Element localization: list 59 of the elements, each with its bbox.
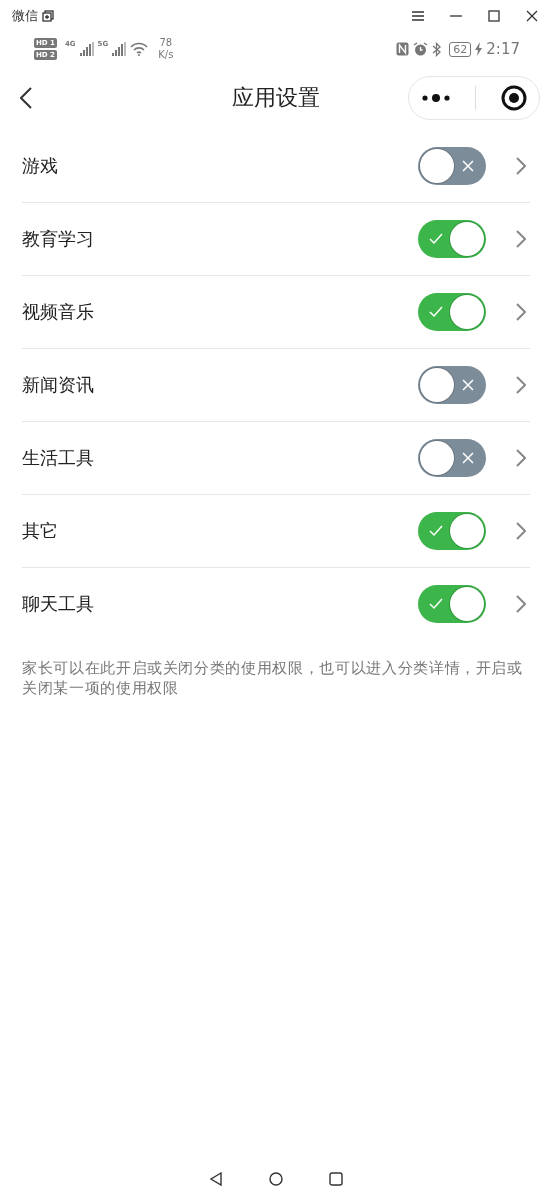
category-label: 视频音乐 bbox=[22, 300, 94, 324]
record-icon[interactable] bbox=[500, 85, 527, 111]
toggle-switch[interactable] bbox=[418, 220, 486, 258]
category-row[interactable]: 生活工具 bbox=[22, 422, 530, 495]
category-label: 其它 bbox=[22, 519, 58, 543]
check-icon bbox=[429, 525, 443, 537]
chevron-right-icon[interactable] bbox=[516, 522, 526, 540]
category-label: 新闻资讯 bbox=[22, 373, 94, 397]
new-window-icon[interactable] bbox=[42, 10, 54, 22]
cross-icon bbox=[462, 452, 474, 464]
speed-unit: K/s bbox=[158, 49, 174, 61]
alarm-icon bbox=[413, 42, 429, 56]
clock: 2:17 bbox=[486, 40, 520, 58]
toggle-switch[interactable] bbox=[418, 366, 486, 404]
category-row[interactable]: 游戏 bbox=[22, 130, 530, 203]
hint-text: 家长可以在此开启或关闭分类的使用权限，也可以进入分类详情，开启或关闭某一项的使用权限 bbox=[22, 658, 524, 698]
page-title: 应用设置 bbox=[232, 84, 320, 112]
back-nav-icon[interactable] bbox=[209, 1172, 223, 1186]
recents-nav-icon[interactable] bbox=[329, 1172, 343, 1186]
more-icon[interactable] bbox=[421, 93, 450, 103]
category-label: 教育学习 bbox=[22, 227, 94, 251]
chevron-right-icon[interactable] bbox=[516, 449, 526, 467]
maximize-icon[interactable] bbox=[488, 10, 500, 22]
chevron-right-icon[interactable] bbox=[516, 157, 526, 175]
chevron-right-icon[interactable] bbox=[516, 376, 526, 394]
chevron-right-icon[interactable] bbox=[516, 303, 526, 321]
close-icon[interactable] bbox=[526, 10, 538, 22]
category-row[interactable]: 聊天工具 bbox=[22, 568, 530, 640]
window-title: 微信 bbox=[12, 7, 38, 25]
category-label: 游戏 bbox=[22, 154, 58, 178]
toggle-switch[interactable] bbox=[418, 147, 486, 185]
category-label: 生活工具 bbox=[22, 446, 94, 470]
toggle-switch[interactable] bbox=[418, 512, 486, 550]
menu-icon[interactable] bbox=[412, 11, 424, 21]
chevron-right-icon[interactable] bbox=[516, 595, 526, 613]
check-icon bbox=[429, 306, 443, 318]
signal-icon bbox=[112, 42, 127, 56]
toggle-switch[interactable] bbox=[418, 439, 486, 477]
chevron-right-icon[interactable] bbox=[516, 230, 526, 248]
home-nav-icon[interactable] bbox=[269, 1172, 283, 1186]
toggle-switch[interactable] bbox=[418, 293, 486, 331]
toggle-switch[interactable] bbox=[418, 585, 486, 623]
charging-icon bbox=[475, 42, 483, 56]
category-row[interactable]: 视频音乐 bbox=[22, 276, 530, 349]
cross-icon bbox=[462, 160, 474, 172]
category-row[interactable]: 其它 bbox=[22, 495, 530, 568]
cross-icon bbox=[462, 379, 474, 391]
speed-value: 78 bbox=[159, 37, 173, 49]
back-icon[interactable] bbox=[20, 87, 32, 109]
wifi-icon bbox=[130, 42, 149, 56]
category-row[interactable]: 教育学习 bbox=[22, 203, 530, 276]
category-label: 聊天工具 bbox=[22, 592, 94, 616]
check-icon bbox=[429, 598, 443, 610]
check-icon bbox=[429, 233, 443, 245]
nfc-icon bbox=[396, 42, 410, 56]
signal-icon bbox=[79, 42, 94, 56]
category-row[interactable]: 新闻资讯 bbox=[22, 349, 530, 422]
battery-level: 62 bbox=[449, 41, 472, 57]
bluetooth-icon bbox=[432, 41, 442, 57]
